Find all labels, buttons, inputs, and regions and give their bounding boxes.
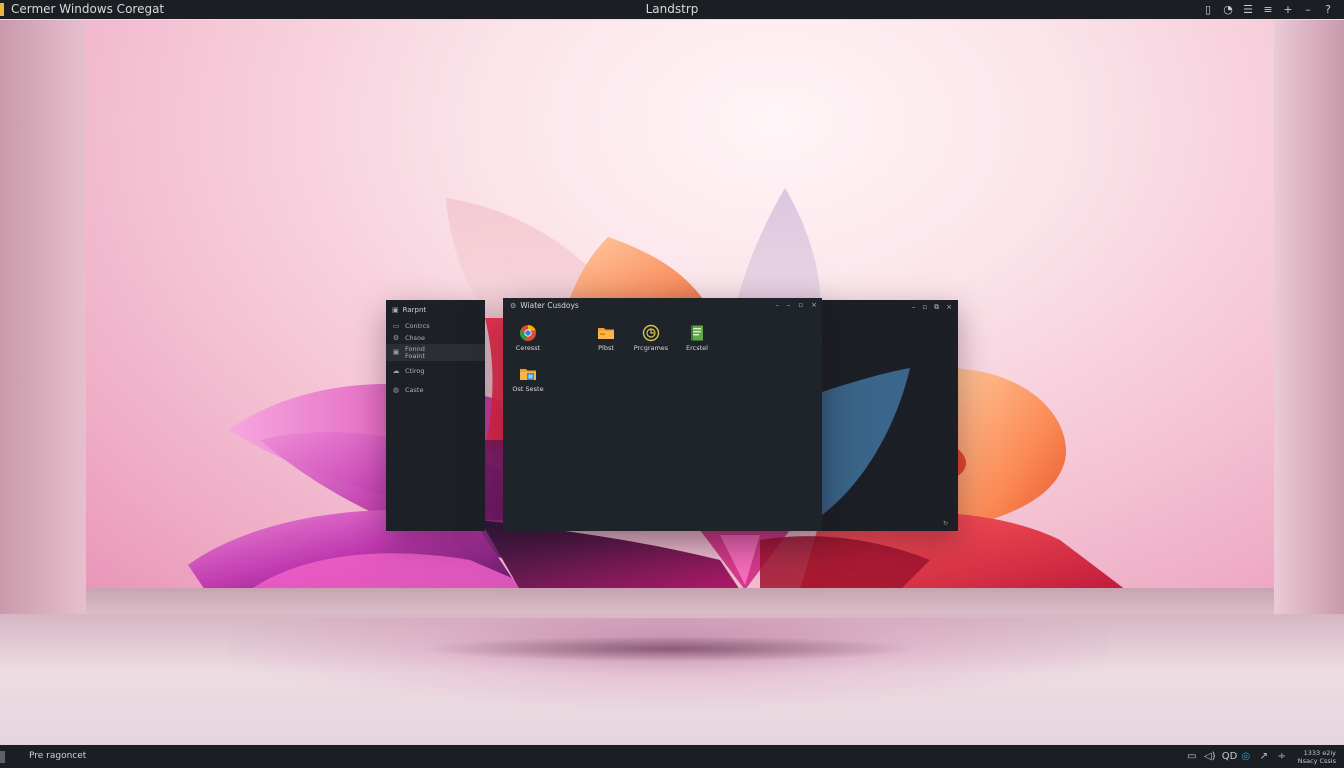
background-window-wallpaper [818,320,958,531]
sidebar-item-fonnd[interactable]: ▣ Fonnd Foaint [386,344,485,361]
background-window[interactable]: – ▫ ⧉ × ↻ [818,300,958,531]
data-folder-icon [520,369,536,380]
taskbar-status-text: Pre ragoncet [29,751,87,761]
window-app-icon: ▣ [392,306,399,314]
list-icon[interactable]: ≡ [1262,3,1274,16]
people-icon[interactable]: QD [1222,751,1238,762]
programs-shortcut-label: Prcgrames [633,344,669,352]
programs-icon [642,324,660,342]
sidebar-list: ▭ Contrcs ⚙ Chsoe ▣ Fonnd Foaint ☁ Ctiro… [386,320,485,396]
globe-icon: ◍ [392,386,400,394]
files-shortcut[interactable]: Plbst [583,324,629,352]
sidebar-item-label: Caste [405,386,424,394]
restore-icon[interactable]: ⧉ [934,303,939,312]
bell-icon[interactable]: ◔ [1222,3,1234,16]
sidebar-item-ctirog[interactable]: ☁ Ctirog [386,365,485,377]
sidebar-item-label: Chsoe [405,334,426,342]
main-window-controls: – – ▫ × [775,301,817,309]
wallpaper-floor-reflection [230,618,1110,708]
desktop-title: Landstrp [645,2,699,16]
sidebar-window-title: ▣ Rarpnt [392,304,426,316]
pen-icon[interactable]: ↗ [1258,751,1270,762]
files-folder-icon [598,328,614,339]
main-window: ⚙ Wiater Cusdoys – – ▫ × Ceresst Plbst P… [503,298,822,531]
main-window-title: ⚙ Wiater Cusdoys [510,301,579,310]
sidebar-item-label: Contrcs [405,322,430,330]
top-bar: Cermer Windows Coregat Landstrp ▯ ◔ ☰ ≡ … [0,0,1344,19]
main-window-titlebar[interactable]: ⚙ Wiater Cusdoys – – ▫ × [503,298,822,316]
start-button[interactable] [0,751,5,763]
clock[interactable]: 1333 e2iy Nsacy Cssis [1298,749,1336,765]
wallpaper-ledge [86,588,1274,616]
refresh-icon[interactable]: ↻ [943,520,948,527]
notebook-icon [691,325,703,341]
volume-icon[interactable]: ◁) [1204,751,1216,762]
panel-icon[interactable]: ▯ [1202,3,1214,16]
files-shortcut-label: Plbst [598,344,614,352]
close-icon[interactable]: × [811,301,817,309]
data-folder-shortcut-label: Ost Seste [512,385,544,393]
minimize-icon[interactable]: – [912,303,916,312]
cloud-icon: ☁ [392,367,400,375]
menu-lines-icon[interactable]: ☰ [1242,3,1254,16]
sidebar-item-label: Fonnd Foaint [405,344,425,360]
data-folder-shortcut[interactable]: Ost Seste [505,365,551,393]
maximize-icon[interactable]: ▫ [922,303,927,312]
clock-date: Nsacy Cssis [1297,756,1336,765]
taskbar: Pre ragoncet ▭ ◁) QD ◎ ↗ ÷ 1333 e2iy Nsa… [0,745,1344,768]
minimize-icon[interactable]: – [775,301,779,309]
top-bar-tray: ▯ ◔ ☰ ≡ + – ? [1202,0,1334,19]
notebook-shortcut[interactable]: Ercstel [674,324,720,352]
system-tray: ▭ ◁) QD ◎ ↗ ÷ 1333 e2iy Nsacy Cssis [1186,745,1344,768]
browser-icon [520,325,536,341]
maximize-icon[interactable]: ▫ [798,301,803,309]
folder-icon: ▣ [392,348,400,356]
network-icon[interactable]: ÷ [1276,751,1288,762]
background-window-controls: – ▫ ⧉ × [912,303,952,312]
sidebar-item-label: Ctirog [405,367,425,375]
collapse-icon[interactable]: – [787,301,791,309]
edge-icon[interactable]: ◎ [1240,751,1252,762]
programs-shortcut[interactable]: Prcgrames [628,324,674,352]
question-icon[interactable]: ? [1322,3,1334,16]
gear-icon: ⚙ [392,334,400,342]
plus-icon[interactable]: + [1282,3,1294,16]
close-icon[interactable]: × [946,303,952,312]
sidebar-window-title-text: Rarpnt [402,306,427,314]
browser-shortcut[interactable]: Ceresst [505,324,551,352]
browser-shortcut-label: Ceresst [515,344,541,352]
keyboard-icon[interactable]: ▭ [1186,751,1198,762]
minus-icon[interactable]: – [1302,3,1314,16]
wallpaper-floor-shadow [420,636,920,662]
drive-icon: ▭ [392,322,400,330]
main-window-title-text: Wiater Cusdoys [520,301,579,310]
sidebar-window: ▣ Rarpnt ▭ Contrcs ⚙ Chsoe ▣ Fonnd Foain… [386,300,485,531]
sidebar-item-contrcs[interactable]: ▭ Contrcs [386,320,485,332]
notebook-shortcut-label: Ercstel [686,344,708,352]
settings-icon: ⚙ [510,301,517,310]
clock-time: 1333 e2iy [1303,748,1336,757]
desktop-screen: Cermer Windows Coregat Landstrp ▯ ◔ ☰ ≡ … [0,0,1344,768]
sidebar-item-chsoe[interactable]: ⚙ Chsoe [386,332,485,344]
sidebar-item-caste[interactable]: ◍ Caste [386,384,485,396]
